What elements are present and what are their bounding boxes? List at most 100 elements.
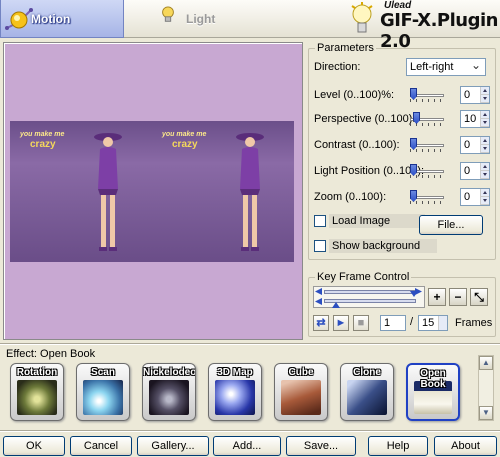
effect-nickelodeon[interactable]: Nickelodeon	[142, 363, 196, 421]
direction-select[interactable]: Left-right	[406, 57, 486, 76]
load-image-row: Load Image	[314, 213, 425, 229]
perspective-label: Perspective (0..100):	[314, 113, 416, 125]
light-position-label: Light Position (0..100):	[314, 165, 425, 177]
about-button[interactable]: About	[434, 436, 497, 456]
zoom-spinner[interactable]: 0	[460, 188, 490, 206]
light-position-slider[interactable]	[408, 163, 446, 179]
load-image-checkbox[interactable]	[314, 215, 326, 227]
effect-label: Open Book	[420, 368, 446, 390]
frames-label: Frames	[455, 317, 493, 329]
keyframe-timeline[interactable]	[313, 286, 425, 308]
show-background-row: Show background	[314, 238, 437, 254]
show-background-label: Show background	[329, 239, 437, 253]
perspective-slider[interactable]	[408, 111, 446, 127]
direction-label: Direction:	[314, 61, 361, 73]
lightbulb-icon	[162, 6, 174, 22]
brand-title: GIF-X.Plugin 2.0	[380, 10, 498, 52]
motion-icon	[5, 8, 33, 30]
keyframe-arrow-left-icon[interactable]	[315, 298, 323, 306]
parameters-group: Parameters Direction: Left-right Level (…	[308, 42, 496, 260]
reverse-keyframe-button[interactable]: ⤡	[470, 288, 488, 306]
add-keyframe-button[interactable]: +	[428, 288, 446, 306]
effect-title: Effect: Open Book	[6, 348, 96, 360]
effect-label: Scan	[91, 367, 115, 378]
3d-map-thumbnail	[215, 380, 255, 415]
ok-button[interactable]: OK	[3, 436, 65, 456]
zoom-slider[interactable]	[408, 189, 446, 205]
level-spinner[interactable]: 0	[460, 86, 490, 104]
divider	[0, 430, 500, 432]
file-button[interactable]: File...	[419, 215, 483, 235]
contrast-spinner[interactable]: 0	[460, 136, 490, 154]
param-row-zoom: Zoom (0..100): 0	[314, 187, 494, 207]
light-position-spinner[interactable]: 0	[460, 162, 490, 180]
show-background-checkbox[interactable]	[314, 240, 326, 252]
cube-thumbnail	[281, 380, 321, 415]
remove-keyframe-button[interactable]: −	[449, 288, 467, 306]
play-icon[interactable]: ►	[333, 315, 349, 331]
keyframe-group: Key Frame Control + − ⤡ ⇄ ► ■ 1 / 15 Fra…	[308, 271, 496, 337]
effect-rotation[interactable]: Rotation	[10, 363, 64, 421]
direction-row: Direction: Left-right	[314, 57, 494, 77]
zoom-label: Zoom (0..100):	[314, 191, 387, 203]
help-button[interactable]: Help	[368, 436, 428, 456]
param-row-level: Level (0..100)%: 0	[314, 85, 494, 105]
scroll-up-button[interactable]: ▲	[479, 356, 493, 370]
save-button[interactable]: Save...	[286, 436, 356, 456]
figure-illustration	[94, 133, 122, 251]
tab-light-label: Light	[186, 12, 216, 26]
preview-image: you make me crazy you make me crazy	[10, 121, 294, 262]
effects-scrollbar[interactable]: ▲ ▼	[478, 355, 494, 421]
param-row-contrast: Contrast (0..100): 0	[314, 135, 494, 155]
preview-caption: you make me	[20, 131, 65, 138]
loop-icon[interactable]: ⇄	[313, 315, 329, 331]
effects-gallery: Rotation Scan Nickelodeon 3D Map Cube Cl…	[10, 363, 472, 425]
preview-panel: you make me crazy you make me crazy	[3, 42, 303, 340]
tab-motion-label: Motion	[31, 11, 71, 26]
perspective-spinner[interactable]: 10	[460, 110, 490, 128]
effect-3d-map[interactable]: 3D Map	[208, 363, 262, 421]
total-frames-spinner[interactable]: 15	[418, 315, 448, 331]
rotation-thumbnail	[17, 380, 57, 415]
effect-scan[interactable]: Scan	[76, 363, 130, 421]
keyframe-start-icon[interactable]	[315, 288, 323, 296]
clone-thumbnail	[347, 380, 387, 415]
lamp-logo-icon	[351, 2, 373, 33]
effect-label: 3D Map	[217, 367, 253, 378]
divider	[0, 343, 500, 345]
preview-page-left: you make me crazy	[10, 121, 152, 262]
contrast-slider[interactable]	[408, 137, 446, 153]
level-slider[interactable]	[408, 87, 446, 103]
gallery-button[interactable]: Gallery...	[137, 436, 209, 456]
preview-caption-main: crazy	[172, 139, 198, 150]
param-row-light-position: Light Position (0..100): 0	[314, 161, 494, 181]
effect-label: Clone	[353, 367, 381, 378]
frame-separator: /	[410, 316, 414, 328]
keyframe-marker-icon[interactable]	[332, 302, 340, 308]
effect-clone[interactable]: Clone	[340, 363, 394, 421]
param-row-perspective: Perspective (0..100): 10	[314, 109, 494, 129]
scan-thumbnail	[83, 380, 123, 415]
contrast-label: Contrast (0..100):	[314, 139, 400, 151]
cancel-button[interactable]: Cancel	[70, 436, 132, 456]
figure-illustration	[236, 133, 264, 251]
effect-label: Cube	[288, 367, 314, 378]
effect-open-book[interactable]: Open Book	[406, 363, 460, 421]
preview-caption: you make me	[162, 131, 207, 138]
preview-caption-main: crazy	[30, 139, 56, 150]
preview-page-right: you make me crazy	[152, 121, 294, 262]
tab-bar: Motion Light Ulead GIF-X.Plugin 2.0	[0, 0, 500, 52]
level-label: Level (0..100)%:	[314, 89, 395, 101]
current-frame-input[interactable]: 1	[380, 315, 406, 331]
effect-label: Nickelodeon	[143, 367, 196, 378]
load-image-label: Load Image	[329, 214, 425, 228]
nickelodeon-thumbnail	[149, 380, 189, 415]
keyframe-marker-icon[interactable]	[410, 291, 418, 297]
add-button[interactable]: Add...	[213, 436, 281, 456]
effect-label: Rotation	[16, 367, 58, 378]
keyframe-title: Key Frame Control	[315, 271, 412, 283]
scroll-down-button[interactable]: ▼	[479, 406, 493, 420]
parameters-title: Parameters	[315, 42, 376, 54]
stop-icon[interactable]: ■	[353, 315, 369, 331]
effect-cube[interactable]: Cube	[274, 363, 328, 421]
